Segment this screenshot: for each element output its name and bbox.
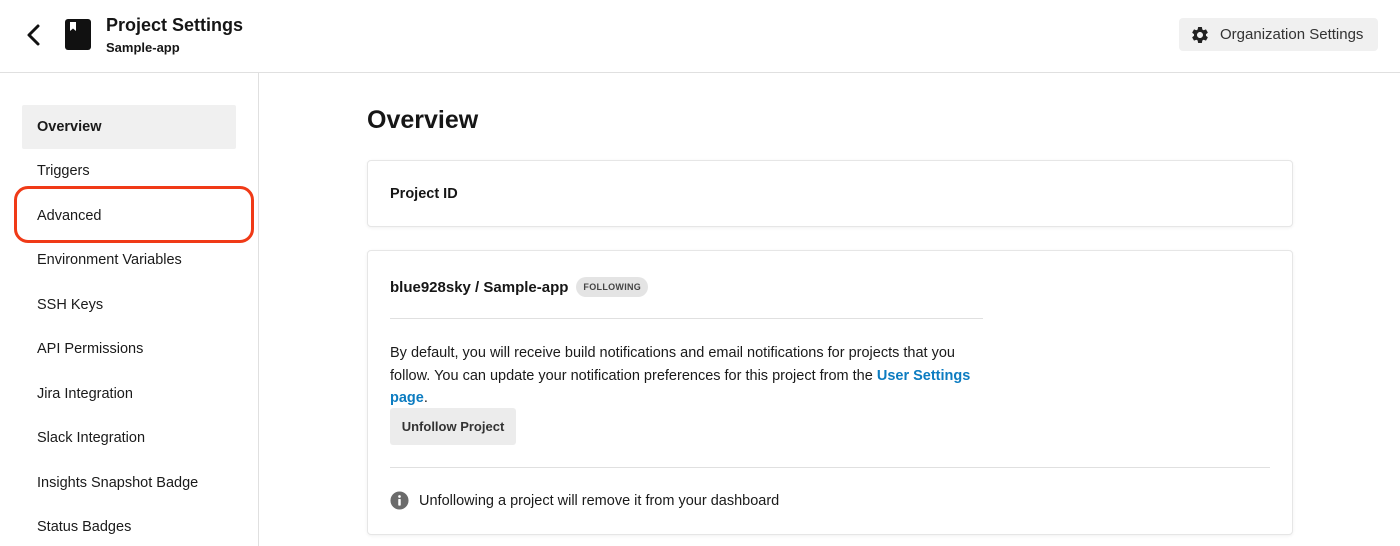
sidebar-item-api-permissions[interactable]: API Permissions <box>22 327 236 371</box>
info-text: Unfollowing a project will remove it fro… <box>419 492 780 509</box>
sidebar-item-advanced[interactable]: Advanced <box>22 194 236 238</box>
repo-name: blue928sky / Sample-app <box>390 278 569 296</box>
back-button[interactable] <box>22 22 46 48</box>
follow-description: By default, you will receive build notif… <box>390 342 990 410</box>
sidebar-item-jira-integration[interactable]: Jira Integration <box>22 372 236 416</box>
page-title: Project Settings <box>106 15 244 35</box>
organization-settings-label: Organization Settings <box>1220 26 1364 43</box>
sidebar-item-slack-integration[interactable]: Slack Integration <box>22 416 236 460</box>
chevron-left-icon <box>27 24 40 46</box>
description-suffix: . <box>423 390 428 406</box>
section-title: Overview <box>367 106 479 134</box>
divider <box>390 318 983 319</box>
sidebar-item-ssh-keys[interactable]: SSH Keys <box>22 283 236 327</box>
page-header: Project Settings Sample-app Organization… <box>0 0 1400 73</box>
settings-sidebar: Overview Triggers Advanced Environment V… <box>0 73 259 546</box>
project-id-card: Project ID <box>367 160 1293 227</box>
sidebar-item-environment-variables[interactable]: Environment Variables <box>22 238 236 282</box>
sidebar-item-triggers[interactable]: Triggers <box>22 149 236 193</box>
info-note: Unfollowing a project will remove it fro… <box>390 491 779 510</box>
project-id-label: Project ID <box>390 186 458 202</box>
sidebar-item-insights-snapshot-badge[interactable]: Insights Snapshot Badge <box>22 461 236 505</box>
follow-card: blue928sky / Sample-app FOLLOWING By def… <box>367 250 1293 535</box>
info-icon <box>390 491 409 510</box>
repo-heading: blue928sky / Sample-app FOLLOWING <box>390 277 649 297</box>
gear-icon <box>1192 26 1208 43</box>
project-book-icon <box>65 19 91 50</box>
sidebar-item-status-badges[interactable]: Status Badges <box>22 505 236 546</box>
description-text: By default, you will receive build notif… <box>390 345 955 384</box>
organization-settings-button[interactable]: Organization Settings <box>1179 18 1378 51</box>
sidebar-item-overview[interactable]: Overview <box>22 105 236 149</box>
divider <box>390 467 1270 468</box>
project-name: Sample-app <box>106 40 180 55</box>
unfollow-project-button[interactable]: Unfollow Project <box>390 408 516 445</box>
following-badge: FOLLOWING <box>576 277 649 297</box>
